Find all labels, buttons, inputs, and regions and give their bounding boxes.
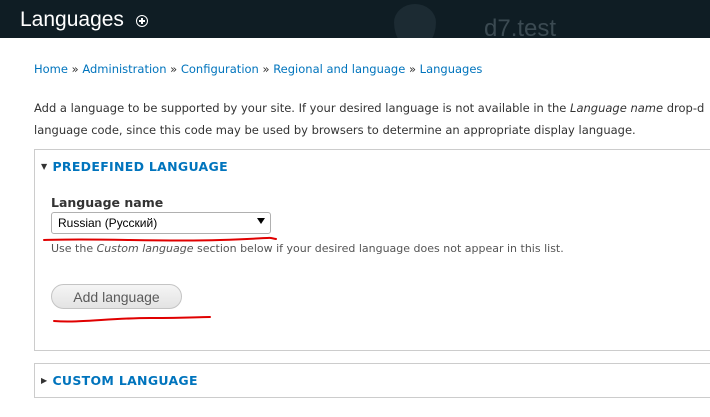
language-name-selected: Russian (Русский) xyxy=(58,216,158,230)
breadcrumb-separator: » xyxy=(170,62,178,76)
caret-down-icon xyxy=(257,218,265,224)
legend-label: Predefined language xyxy=(52,159,228,174)
breadcrumb-regional[interactable]: Regional and language xyxy=(273,62,405,76)
breadcrumb-administration[interactable]: Administration xyxy=(82,62,166,76)
site-name: d7.test xyxy=(484,15,557,38)
language-name-select[interactable]: Russian (Русский) xyxy=(51,212,271,234)
custom-language-fieldset: ▶ Custom language xyxy=(34,363,710,398)
help-text-part: Add a language to be supported by your s… xyxy=(34,101,571,115)
triangle-right-icon: ▶ xyxy=(41,376,48,385)
predefined-language-fieldset: ▼ Predefined language Language name Russi… xyxy=(34,149,710,351)
toolbar-header: Languages d7.test xyxy=(0,0,710,38)
breadcrumb-configuration[interactable]: Configuration xyxy=(181,62,259,76)
plus-circle-icon[interactable] xyxy=(136,15,148,27)
breadcrumb-separator: » xyxy=(408,62,417,76)
breadcrumb-separator: » xyxy=(262,62,270,76)
triangle-down-icon: ▼ xyxy=(41,162,48,171)
breadcrumb-home[interactable]: Home xyxy=(34,62,68,76)
help-line-2: language code, since this code may be us… xyxy=(34,123,636,137)
add-language-button[interactable]: Add language xyxy=(51,284,182,309)
breadcrumb: Home » Administration » Configuration » … xyxy=(34,62,482,76)
drupal-logo xyxy=(394,4,436,38)
help-text-emphasis: Language name xyxy=(570,101,664,115)
description-emphasis: Custom language xyxy=(96,242,194,255)
help-text: Add a language to be supported by your s… xyxy=(34,97,710,141)
predefined-language-legend[interactable]: ▼ Predefined language xyxy=(41,159,228,174)
language-name-description: Use the Custom language section below if… xyxy=(51,242,564,255)
help-line-1: Add a language to be supported by your s… xyxy=(34,97,710,119)
help-text-part: drop-d xyxy=(663,101,705,115)
breadcrumb-separator: » xyxy=(71,62,79,76)
page-title: Languages xyxy=(20,8,124,31)
description-part: Use the xyxy=(51,242,97,255)
breadcrumb-languages[interactable]: Languages xyxy=(420,62,483,76)
description-part: section below if your desired language d… xyxy=(193,242,564,255)
language-name-label: Language name xyxy=(51,195,164,210)
custom-language-legend[interactable]: ▶ Custom language xyxy=(41,373,198,388)
legend-label: Custom language xyxy=(52,373,198,388)
